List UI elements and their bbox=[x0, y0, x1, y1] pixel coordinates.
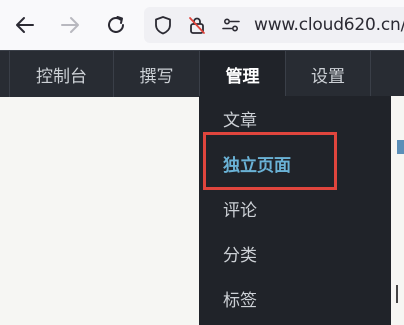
manage-dropdown-menu: 文章 独立页面 评论 分类 标签 bbox=[199, 96, 391, 325]
address-bar[interactable]: www.cloud620.cn/ bbox=[144, 7, 404, 43]
content-fragment bbox=[396, 285, 404, 303]
back-button[interactable] bbox=[10, 10, 40, 40]
content-fragment bbox=[397, 140, 404, 154]
permissions-icon[interactable] bbox=[220, 7, 242, 43]
menu-item-tags[interactable]: 标签 bbox=[199, 276, 391, 321]
shield-icon[interactable] bbox=[152, 7, 174, 43]
lock-slash-icon[interactable] bbox=[186, 7, 208, 43]
admin-nav-bar: 控制台 撰写 管理 设置 bbox=[0, 50, 404, 97]
menu-item-comments[interactable]: 评论 bbox=[199, 186, 391, 231]
menu-item-categories[interactable]: 分类 bbox=[199, 231, 391, 276]
back-arrow-icon bbox=[16, 17, 34, 33]
highlight-annotation-box bbox=[203, 132, 337, 190]
nav-item-write[interactable]: 撰写 bbox=[113, 51, 199, 97]
nav-item-settings[interactable]: 设置 bbox=[285, 51, 370, 97]
forward-button[interactable] bbox=[55, 10, 85, 40]
reload-icon bbox=[108, 16, 124, 33]
browser-toolbar: www.cloud620.cn/ bbox=[0, 0, 404, 50]
url-text[interactable]: www.cloud620.cn/ bbox=[254, 14, 404, 36]
nav-item-manage[interactable]: 管理 bbox=[199, 51, 285, 97]
forward-arrow-icon bbox=[61, 17, 79, 33]
nav-item-dashboard[interactable]: 控制台 bbox=[9, 51, 113, 97]
reload-button[interactable] bbox=[101, 10, 131, 40]
nav-item-overflow bbox=[370, 51, 404, 97]
